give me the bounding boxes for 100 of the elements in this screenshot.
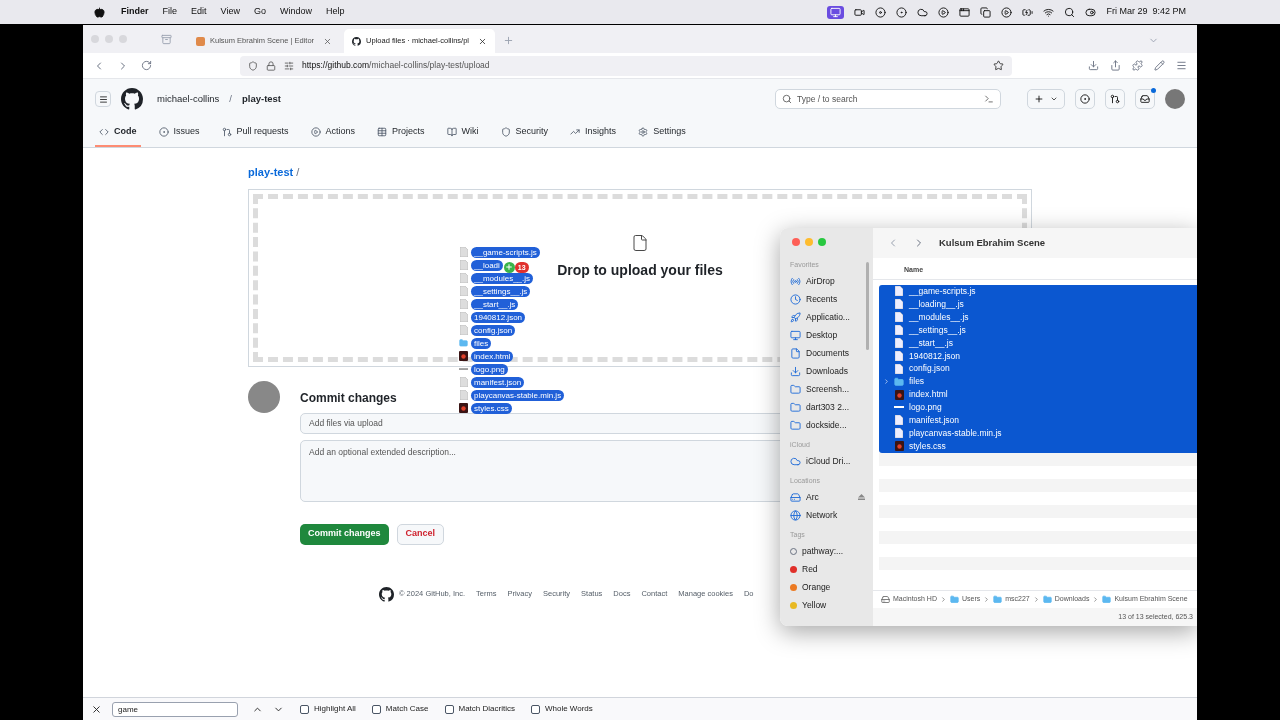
issues-button[interactable] <box>1075 89 1095 109</box>
menu-item[interactable]: Edit <box>191 5 207 19</box>
sidebar-item[interactable]: dockside... <box>780 416 873 434</box>
window-icon[interactable] <box>959 6 971 18</box>
sidebar-item[interactable]: Desktop <box>780 326 873 344</box>
menu-button[interactable] <box>95 91 111 107</box>
checkbox[interactable] <box>371 704 381 714</box>
menu-item[interactable]: Finder <box>121 5 149 19</box>
find-option[interactable]: Whole Words <box>530 703 593 715</box>
find-field[interactable]: game <box>112 701 238 717</box>
drop-text: Drop to upload your files <box>557 261 723 280</box>
sidebar-item[interactable]: AirDrop <box>780 272 873 290</box>
menu-icon[interactable] <box>1176 60 1187 71</box>
avatar <box>248 380 280 413</box>
search-icon[interactable] <box>1064 6 1076 18</box>
sidebar-item[interactable]: Recents <box>780 290 873 308</box>
file-row[interactable]: files <box>879 375 1197 389</box>
play-icon[interactable] <box>1001 6 1013 18</box>
find-option[interactable]: Match Case <box>371 703 429 715</box>
apple-icon[interactable] <box>94 6 105 18</box>
close-icon[interactable] <box>478 36 488 46</box>
menu-item[interactable]: Window <box>279 5 312 19</box>
sidebar-item[interactable]: pathway:... <box>780 542 873 560</box>
file-icon <box>895 325 903 336</box>
dragged-file-label: __start__.js <box>471 298 519 310</box>
repo-name-link[interactable]: play-test <box>241 91 282 107</box>
app-file-icon <box>894 389 904 400</box>
file-row[interactable]: 1940812.json <box>879 349 1197 363</box>
close-icon[interactable] <box>91 703 102 715</box>
pull-requests-button[interactable] <box>1105 89 1125 109</box>
sidebar-item[interactable]: Network <box>780 506 873 524</box>
folder-icon <box>1042 595 1052 604</box>
repo-owner-link[interactable]: michael-collins <box>157 91 220 107</box>
close-button[interactable] <box>792 238 800 246</box>
caret-icon <box>1050 95 1058 103</box>
file-row[interactable]: logo.png <box>879 401 1197 414</box>
pull-request-icon <box>1110 94 1120 104</box>
repo-tab[interactable]: Pull requests <box>217 119 293 147</box>
repo-tab[interactable]: Actions <box>306 119 360 147</box>
sidebar-item[interactable]: Screensh... <box>780 380 873 398</box>
disclosure-icon[interactable] <box>883 378 890 386</box>
toggle-icon[interactable] <box>1085 6 1097 18</box>
wifi-icon[interactable] <box>1043 6 1055 18</box>
repo-tab[interactable]: Issues <box>154 119 204 147</box>
search-field[interactable]: Type / to search <box>775 89 1001 109</box>
reload-icon[interactable] <box>141 60 152 71</box>
breadcrumb-link[interactable]: play-test <box>248 166 294 178</box>
record-icon[interactable] <box>896 6 908 18</box>
checkbox[interactable] <box>300 704 309 714</box>
extension-icon[interactable] <box>1132 60 1143 71</box>
cloud-icon[interactable] <box>917 6 929 18</box>
battery-icon[interactable] <box>1022 6 1034 18</box>
repo-tab[interactable]: Settings <box>634 119 690 147</box>
clock[interactable]: Fri Mar 29 9:42 PM <box>1106 5 1186 19</box>
menu-item[interactable]: View <box>220 5 240 19</box>
checkbox[interactable] <box>530 704 540 714</box>
inbox-button[interactable] <box>1135 89 1155 109</box>
sidebar-item[interactable]: Documents <box>780 344 873 362</box>
repo-tab[interactable]: Code <box>95 119 141 147</box>
bookmark-star-icon[interactable] <box>993 60 1004 71</box>
sidebar-item[interactable]: Orange <box>780 578 873 596</box>
sidebar-item[interactable]: Applicatio... <box>780 308 873 326</box>
screen-button[interactable] <box>827 5 845 19</box>
find-option[interactable]: Match Diacritics <box>444 703 515 715</box>
find-option[interactable]: Highlight All <box>300 703 356 715</box>
pencil-icon[interactable] <box>1154 60 1165 71</box>
monitor-icon <box>830 6 842 18</box>
commit-button[interactable]: Commit changes <box>300 523 389 545</box>
video-icon[interactable] <box>854 6 866 18</box>
checkbox[interactable] <box>444 704 454 714</box>
repo-tab[interactable]: Insights <box>566 119 621 147</box>
repo-tab[interactable]: Projects <box>373 119 429 147</box>
avatar[interactable] <box>1165 89 1185 109</box>
eject-icon[interactable] <box>858 494 865 500</box>
circle-dot-icon <box>158 127 169 137</box>
chart-icon <box>570 127 581 137</box>
share-icon[interactable] <box>1110 60 1121 71</box>
airdrop-icon <box>790 275 801 287</box>
file-icon <box>895 299 903 310</box>
download-icon[interactable] <box>1088 60 1099 71</box>
menu-item[interactable]: Help <box>325 5 345 19</box>
sidebar-item[interactable]: Yellow <box>780 596 873 614</box>
menu-item[interactable]: File <box>162 5 178 19</box>
play-icon[interactable] <box>938 6 950 18</box>
table-icon <box>377 127 388 137</box>
file-row[interactable]: config.json <box>879 362 1197 376</box>
breadcrumb-separator: / <box>296 166 300 178</box>
copy-icon[interactable] <box>980 6 992 18</box>
repo-tab[interactable]: Security <box>496 119 553 147</box>
file-row[interactable]: __game-scripts.js <box>879 285 1197 298</box>
sidebar-item[interactable]: Red <box>780 560 873 578</box>
create-button[interactable] <box>1027 89 1065 109</box>
sidebar-item[interactable]: iCloud Dri... <box>780 452 873 470</box>
menu-item[interactable]: Go <box>253 5 266 19</box>
url-field[interactable]: https://github.com/michael-collins/play-test/upload <box>240 55 1012 76</box>
disc-icon[interactable] <box>875 6 887 18</box>
repo-tab[interactable]: Wiki <box>442 119 483 147</box>
file-row[interactable]: index.html <box>879 388 1197 401</box>
cancel-button[interactable]: Cancel <box>396 523 445 545</box>
chevron-icon <box>939 596 947 603</box>
